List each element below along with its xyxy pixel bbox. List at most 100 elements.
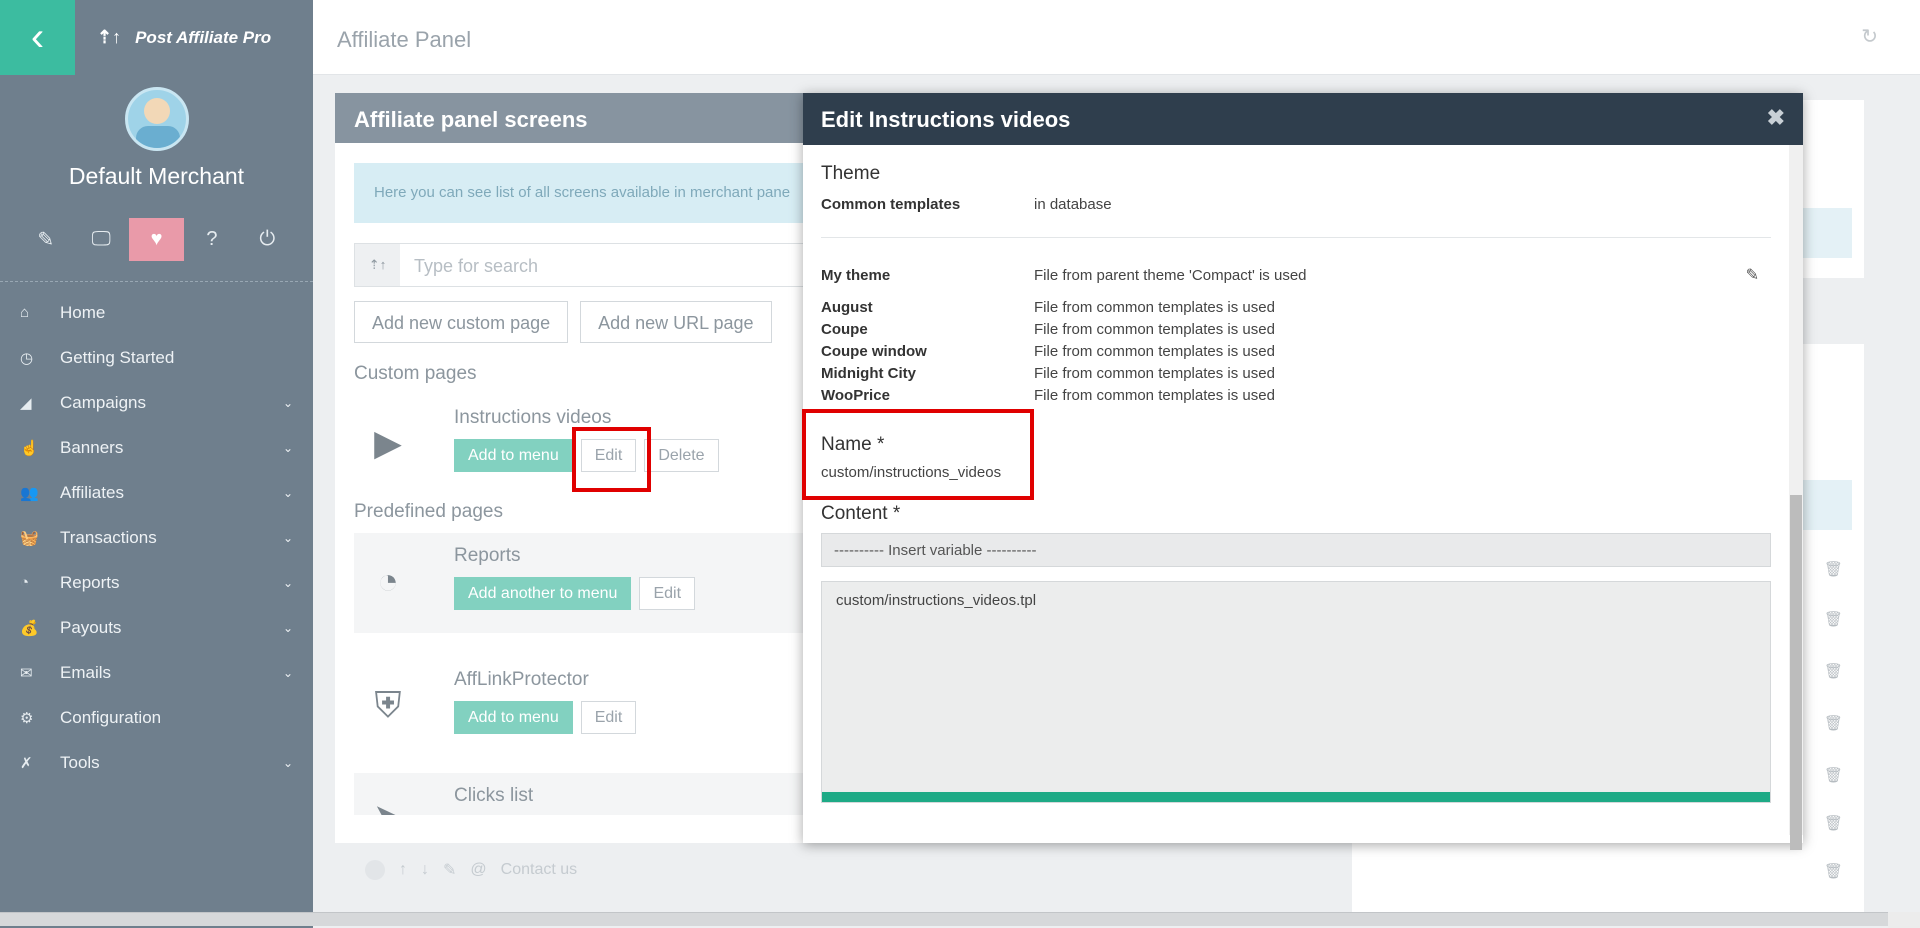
content-field: Content * ---------- Insert variable ---… xyxy=(821,503,1771,803)
sidebar-item-banners[interactable]: ☝ Banners ⌄ xyxy=(0,425,313,470)
add-to-menu-button[interactable]: Add to menu xyxy=(454,439,573,472)
dialog-body: Theme Common templates in database My th… xyxy=(821,145,1771,835)
edit-button[interactable]: Edit xyxy=(639,577,696,610)
chevron-left-icon[interactable]: ‹ xyxy=(0,0,75,75)
basket-icon: 🧺 xyxy=(20,529,39,547)
editor-status-bar xyxy=(822,792,1770,802)
sidebar-item-emails[interactable]: ✉ Emails ⌄ xyxy=(0,650,313,695)
sidebar-item-reports[interactable]: ◔ Reports ⌄ xyxy=(0,560,313,605)
theme-row: Coupe window File from common templates … xyxy=(821,340,1771,362)
arrow-down-icon[interactable]: ↓ xyxy=(421,861,429,879)
add-another-to-menu-button[interactable]: Add another to menu xyxy=(454,577,632,610)
edit-button[interactable]: Edit xyxy=(580,439,637,472)
row-value: File from common templates is used xyxy=(1034,298,1275,316)
wrench-icon: ✗ xyxy=(20,754,33,772)
sidebar-icon-bar: ✎ 🖵 ♥? ⏻ xyxy=(0,218,313,261)
row-value: File from parent theme 'Compact' is used xyxy=(1034,266,1307,284)
trash-icon[interactable]: 🗑 xyxy=(1824,814,1843,832)
chevron-down-icon[interactable]: ⌄ xyxy=(283,756,293,770)
pencil-icon[interactable]: ✎ xyxy=(1746,265,1759,285)
row-key: Common templates xyxy=(821,195,961,213)
row-key: Coupe xyxy=(821,320,868,338)
dialog-title: Edit Instructions videos xyxy=(821,107,1071,132)
sidebar-item-transactions[interactable]: 🧺 Transactions ⌄ xyxy=(0,515,313,560)
chevron-down-icon[interactable]: ⌄ xyxy=(283,531,293,545)
heart-pulse-icon[interactable]: ♥ xyxy=(128,218,185,261)
brand[interactable]: ⇡↑ Post Affiliate Pro xyxy=(97,27,271,48)
refresh-icon[interactable]: ↻ xyxy=(1861,24,1878,49)
divider xyxy=(821,237,1771,238)
pencil-icon[interactable]: ✎ xyxy=(443,860,456,880)
arrow-up-icon[interactable]: ↑ xyxy=(399,861,407,879)
pencil-icon[interactable]: ✎ xyxy=(18,218,73,261)
trash-icon[interactable]: 🗑 xyxy=(1824,662,1843,680)
row-value: File from common templates is used xyxy=(1034,364,1275,382)
row-key: Coupe window xyxy=(821,342,927,360)
trash-icon[interactable]: 🗑 xyxy=(1824,766,1843,784)
trash-icon[interactable]: 🗑 xyxy=(1824,610,1843,628)
close-icon[interactable]: ✖ xyxy=(1767,105,1785,131)
content-textarea[interactable]: custom/instructions_videos.tpl xyxy=(821,581,1771,803)
add-to-menu-button[interactable]: Add to menu xyxy=(454,701,573,734)
row-value: File from common templates is used xyxy=(1034,342,1275,360)
theme-row: WooPrice File from common templates is u… xyxy=(821,384,1771,406)
page-title: Affiliate Panel xyxy=(337,27,472,52)
bullhorn-icon: ◢ xyxy=(20,394,32,412)
monitor-icon[interactable]: 🖵 xyxy=(73,218,128,261)
chevron-down-icon[interactable]: ⌄ xyxy=(283,576,293,590)
row-value: in database xyxy=(1034,195,1112,213)
sidebar-item-label: Configuration xyxy=(60,707,162,727)
sidebar-item-configuration[interactable]: ⚙ Configuration xyxy=(0,695,313,740)
horizontal-scrollbar[interactable] xyxy=(0,912,1888,926)
name-value[interactable]: custom/instructions_videos xyxy=(821,464,1771,481)
name-label: Name * xyxy=(821,434,885,455)
content-label: Content * xyxy=(821,503,901,524)
row-key: Midnight City xyxy=(821,364,916,382)
pie-chart-icon: ◔ xyxy=(20,574,30,591)
common-templates-row: Common templates in database xyxy=(821,193,1771,215)
chevron-down-icon[interactable]: ⌄ xyxy=(283,666,293,680)
theme-row: August File from common templates is use… xyxy=(821,296,1771,318)
sidebar-item-label: Transactions xyxy=(60,527,157,547)
scrollbar-corner xyxy=(1888,912,1920,928)
menu-row: ↑ ↓ ✎ @ Contact us xyxy=(343,850,1858,890)
radio-icon[interactable] xyxy=(365,860,385,880)
add-custom-page-button[interactable]: Add new custom page xyxy=(354,301,569,343)
sidebar-item-label: Emails xyxy=(60,662,112,682)
row-key: WooPrice xyxy=(821,386,890,404)
sidebar-top: ‹ ⇡↑ Post Affiliate Pro xyxy=(0,0,313,75)
sidebar-item-label: Home xyxy=(60,302,106,322)
trash-icon[interactable]: 🗑 xyxy=(1824,714,1843,732)
sidebar-item-tools[interactable]: ✗ Tools ⌄ xyxy=(0,740,313,785)
theme-row: Coupe File from common templates is used xyxy=(821,318,1771,340)
edit-button[interactable]: Edit xyxy=(580,701,637,734)
sidebar-item-payouts[interactable]: 💰 Payouts ⌄ xyxy=(0,605,313,650)
help-icon[interactable]: ? xyxy=(184,218,239,261)
trash-icon[interactable]: 🗑 xyxy=(1824,560,1843,578)
page-name: Instructions videos xyxy=(454,407,612,428)
chevron-down-icon[interactable]: ⌄ xyxy=(283,441,293,455)
chevron-down-icon[interactable]: ⌄ xyxy=(283,621,293,635)
sidebar-item-label: Banners xyxy=(60,437,124,457)
sidebar-item-campaigns[interactable]: ◢ Campaigns ⌄ xyxy=(0,380,313,425)
theme-list: August File from common templates is use… xyxy=(821,296,1771,406)
sidebar-item-home[interactable]: ⌂ Home xyxy=(0,290,313,335)
chevron-down-icon[interactable]: ⌄ xyxy=(283,396,293,410)
search-filter-icon[interactable]: ⇡↑ xyxy=(355,244,400,286)
sidebar-item-getting-started[interactable]: ◷ Getting Started xyxy=(0,335,313,380)
sidebar-item-label: Payouts xyxy=(60,617,122,637)
power-icon[interactable]: ⏻ xyxy=(240,218,295,261)
pie-chart-icon: ◔ xyxy=(377,560,399,601)
add-url-page-button[interactable]: Add new URL page xyxy=(580,301,772,343)
insert-variable-select[interactable]: ---------- Insert variable ---------- xyxy=(821,533,1771,567)
dialog-scrollbar[interactable] xyxy=(1789,145,1803,850)
avatar[interactable] xyxy=(124,87,189,151)
top-bar: Affiliate Panel ↻ xyxy=(313,0,1920,75)
theme-row: Midnight City File from common templates… xyxy=(821,362,1771,384)
sidebar-item-label: Campaigns xyxy=(60,392,146,412)
envelope-icon: ✉ xyxy=(20,664,33,682)
sidebar-item-affiliates[interactable]: 👥 Affiliates ⌄ xyxy=(0,470,313,515)
scrollbar-thumb[interactable] xyxy=(1790,495,1802,850)
delete-button[interactable]: Delete xyxy=(644,439,719,472)
chevron-down-icon[interactable]: ⌄ xyxy=(283,486,293,500)
